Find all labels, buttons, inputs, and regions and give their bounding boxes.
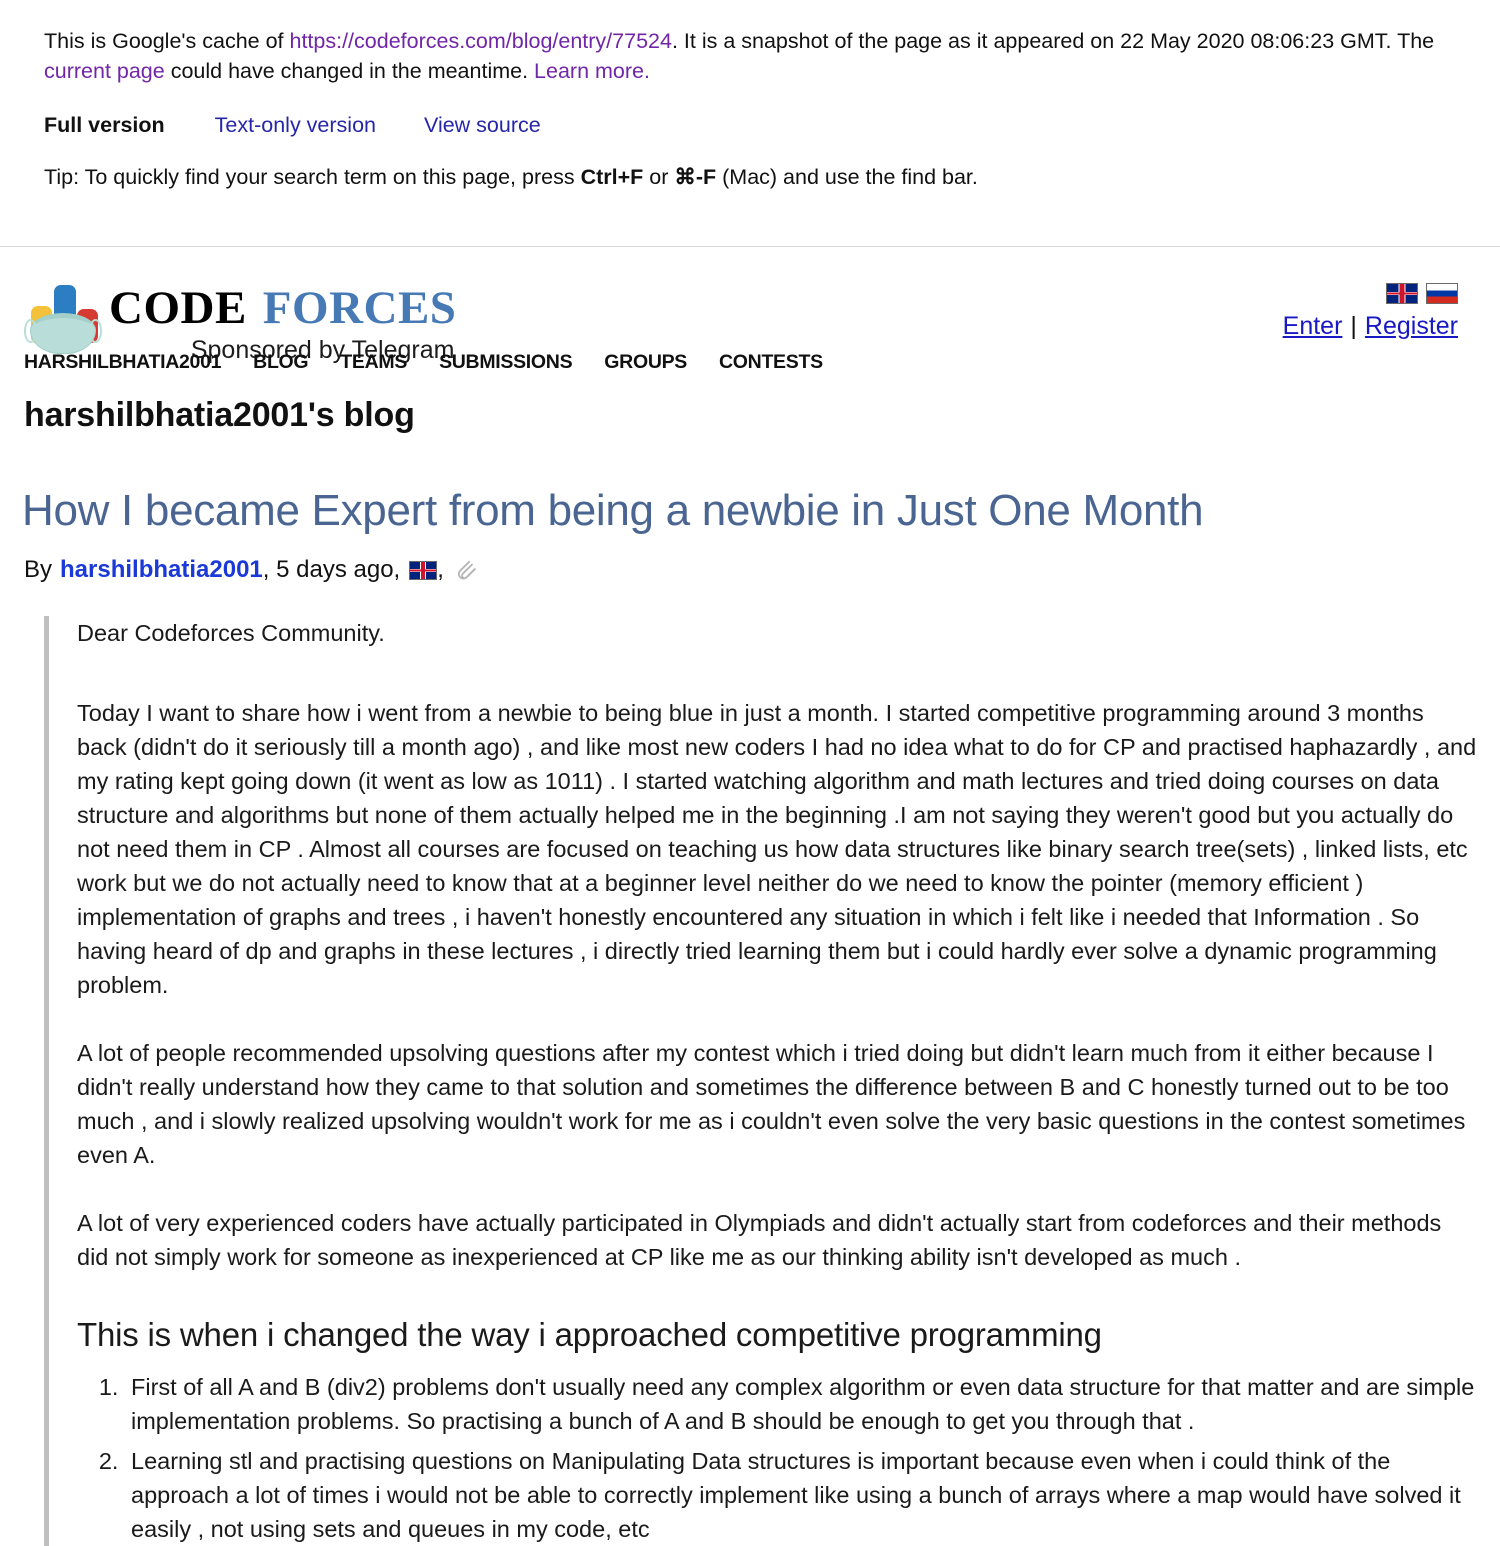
post-title[interactable]: How I became Expert from being a newbie … [22,486,1478,535]
site-header: CODE FORCES Sponsored by Telegram Enter | R… [22,247,1478,363]
cache-intro-middle: . It is a snapshot of the page as it app… [671,29,1435,53]
post-greeting: Dear Codeforces Community. [77,620,385,647]
post-language-uk-flag-icon [409,560,438,580]
face-mask-icon [24,313,102,354]
nav-item-groups[interactable]: GROUPS [604,351,687,374]
nav-item-blog[interactable]: BLOG [253,351,308,374]
text-only-version-link[interactable]: Text-only version [215,111,376,139]
google-cache-banner: This is Google's cache of https://codefo… [0,0,1500,213]
register-link[interactable]: Register [1365,312,1458,340]
language-switcher [1283,283,1458,304]
byline-comma-3: , [437,556,444,584]
learn-more-link[interactable]: Learn more. [534,59,650,83]
nav-item-contests[interactable]: CONTESTS [719,351,823,374]
cache-intro-prefix: This is Google's cache of [44,29,290,53]
codeforces-logo-icon [24,281,102,354]
tip-shortcut-cmd-f: ⌘-F [674,165,717,189]
cache-intro-suffix: could have changed in the meantime. [164,59,535,83]
logo-word-code: CODE [109,282,247,334]
post-byline: By harshilbhatia2001, 5 days ago,, [24,556,1478,584]
nav-item-profile[interactable]: HARSHILBHATIA2001 [24,351,221,374]
byline-author-link[interactable]: harshilbhatia2001 [60,556,263,584]
post-ordered-list: First of all A and B (div2) problems don… [77,1370,1478,1546]
header-right-area: Enter | Register [1283,281,1478,341]
nav-item-submissions[interactable]: SUBMISSIONS [439,351,573,374]
auth-links: Enter | Register [1283,312,1458,341]
tip-shortcut-ctrl-f: Ctrl+F [580,165,644,189]
post-body: Dear Codeforces Community. Today I want … [44,616,1478,1546]
cache-version-links: Full version Text-only version View sour… [44,111,1456,139]
tip-prefix: Tip: To quickly find your search term on… [44,165,581,189]
list-item: First of all A and B (div2) problems don… [125,1370,1478,1438]
enter-link[interactable]: Enter [1283,312,1343,340]
codeforces-page: CODE FORCES Sponsored by Telegram Enter | R… [0,247,1500,1546]
list-item: Learning stl and practising questions on… [125,1444,1478,1546]
united-kingdom-flag-icon[interactable] [1386,283,1418,304]
paperclip-icon[interactable] [453,558,477,582]
cache-description: This is Google's cache of https://codefo… [44,26,1456,86]
byline-comma-1: , [262,556,270,584]
byline-by-label: By [24,556,53,584]
full-version-label: Full version [44,113,165,137]
russia-flag-icon[interactable] [1426,283,1458,304]
blog-owner-heading: harshilbhatia2001's blog [24,396,415,434]
byline-comma-2: , [393,556,401,584]
view-source-link[interactable]: View source [424,111,541,139]
post-paragraph-2: A lot of people recommended upsolving qu… [77,1040,1466,1169]
current-page-link[interactable]: current page [44,59,165,83]
auth-separator: | [1350,312,1357,340]
logo-word-forces: FORCES [262,282,457,334]
tip-or: or [643,165,675,189]
byline-timestamp: 5 days ago [276,556,394,584]
post-section-heading: This is when i changed the way i approac… [77,1316,1102,1354]
cache-tip: Tip: To quickly find your search term on… [44,163,1456,191]
nav-item-teams[interactable]: TEAMS [340,351,407,374]
post-paragraph-1: Today I want to share how i went from a … [77,700,1477,999]
cached-url-link[interactable]: https://codeforces.com/blog/entry/77524 [290,29,672,53]
post-paragraph-3: A lot of very experienced coders have ac… [77,1210,1442,1271]
tip-suffix: (Mac) and use the find bar. [716,165,978,189]
